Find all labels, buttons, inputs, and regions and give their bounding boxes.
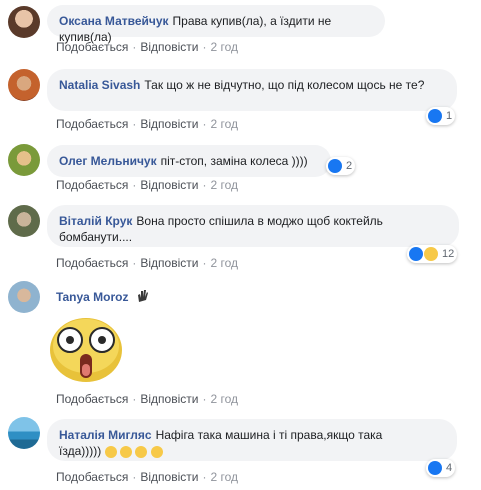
separator: · [132, 117, 137, 131]
avatar[interactable] [8, 205, 40, 237]
comment-author[interactable]: Наталія Мигляс [59, 428, 152, 442]
comment-time[interactable]: 2 год [210, 470, 238, 484]
haha-icon [424, 247, 438, 261]
steam-face-icon [150, 446, 163, 458]
waving-hand-icon [137, 290, 148, 302]
separator: · [132, 178, 137, 192]
comment-actions: Подобається · Відповісти · 2 год [56, 392, 238, 406]
comment-author[interactable]: Оксана Матвейчук [59, 14, 169, 28]
thinking-face-icon [104, 446, 117, 458]
separator: · [202, 256, 207, 270]
avatar[interactable] [8, 69, 40, 101]
comment-author[interactable]: Natalia Sivash [59, 78, 140, 92]
reactions-summary[interactable]: 1 [426, 107, 456, 125]
comment-author[interactable]: Олег Мельничук [59, 154, 157, 168]
like-link[interactable]: Подобається [56, 470, 128, 484]
comment-actions: Подобається · Відповісти · 2 год [56, 256, 238, 270]
like-icon [328, 159, 342, 173]
comment-bubble: Олег Мельничук піт-стоп, заміна колеса ))… [47, 145, 331, 177]
comment-time[interactable]: 2 год [210, 256, 238, 270]
comment-time[interactable]: 2 год [210, 392, 238, 406]
reply-link[interactable]: Відповісти [140, 392, 198, 406]
like-link[interactable]: Подобається [56, 392, 128, 406]
separator: · [202, 178, 207, 192]
reply-link[interactable]: Відповісти [140, 117, 198, 131]
reaction-count: 4 [446, 462, 453, 474]
comment-actions: Подобається · Відповісти · 2 год [56, 40, 238, 54]
separator: · [132, 256, 137, 270]
comment-bubble: Віталій Крук Вона просто спішила в моджо … [47, 205, 459, 247]
avatar[interactable] [8, 6, 40, 38]
reply-link[interactable]: Відповісти [140, 40, 198, 54]
comment-text: піт-стоп, заміна колеса )))) [160, 154, 308, 168]
comment-time[interactable]: 2 год [210, 40, 238, 54]
comment-bubble: Наталія Мигляс Нафіга така машина і ті пр… [47, 419, 457, 461]
separator: · [202, 40, 207, 54]
grinning-face-icon [135, 446, 148, 458]
like-link[interactable]: Подобається [56, 256, 128, 270]
shocked-face-sticker[interactable] [48, 316, 124, 384]
reaction-count: 2 [346, 160, 353, 172]
like-link[interactable]: Подобається [56, 178, 128, 192]
comment-bubble: Оксана Матвейчук Права купив(ла), а їздит… [47, 5, 385, 44]
astonished-face-icon [119, 446, 132, 458]
avatar[interactable] [8, 144, 40, 176]
reply-link[interactable]: Відповісти [140, 470, 198, 484]
reply-link[interactable]: Відповісти [140, 256, 198, 270]
reaction-count: 12 [442, 248, 455, 260]
reply-link[interactable]: Відповісти [140, 178, 198, 192]
comment-header: Tanya Moroz [56, 289, 150, 305]
comment-actions: Подобається · Відповісти · 2 год [56, 470, 238, 484]
reactions-summary[interactable]: 4 [426, 459, 456, 477]
comment-actions: Подобається · Відповісти · 2 год [56, 178, 238, 192]
reactions-summary[interactable]: 2 [326, 157, 356, 175]
like-icon [428, 461, 442, 475]
comment-bubble: Natalia Sivash Так що ж не відчутно, що п… [47, 69, 457, 111]
comment-time[interactable]: 2 год [210, 178, 238, 192]
comment-author[interactable]: Tanya Moroz [56, 290, 128, 304]
separator: · [132, 470, 137, 484]
emoji-row [104, 446, 163, 462]
separator: · [202, 470, 207, 484]
reaction-count: 1 [446, 110, 453, 122]
avatar[interactable] [8, 281, 40, 313]
comment-text: Так що ж не відчутно, що під колесом щос… [144, 78, 425, 92]
like-link[interactable]: Подобається [56, 117, 128, 131]
separator: · [202, 117, 207, 131]
like-icon [409, 247, 423, 261]
comment-actions: Подобається · Відповісти · 2 год [56, 117, 238, 131]
like-link[interactable]: Подобається [56, 40, 128, 54]
reactions-summary[interactable]: 12 [407, 245, 458, 263]
separator: · [202, 392, 207, 406]
comment-author[interactable]: Віталій Крук [59, 214, 132, 228]
separator: · [132, 40, 137, 54]
like-icon [428, 109, 442, 123]
avatar[interactable] [8, 417, 40, 449]
comment-time[interactable]: 2 год [210, 117, 238, 131]
separator: · [132, 392, 137, 406]
